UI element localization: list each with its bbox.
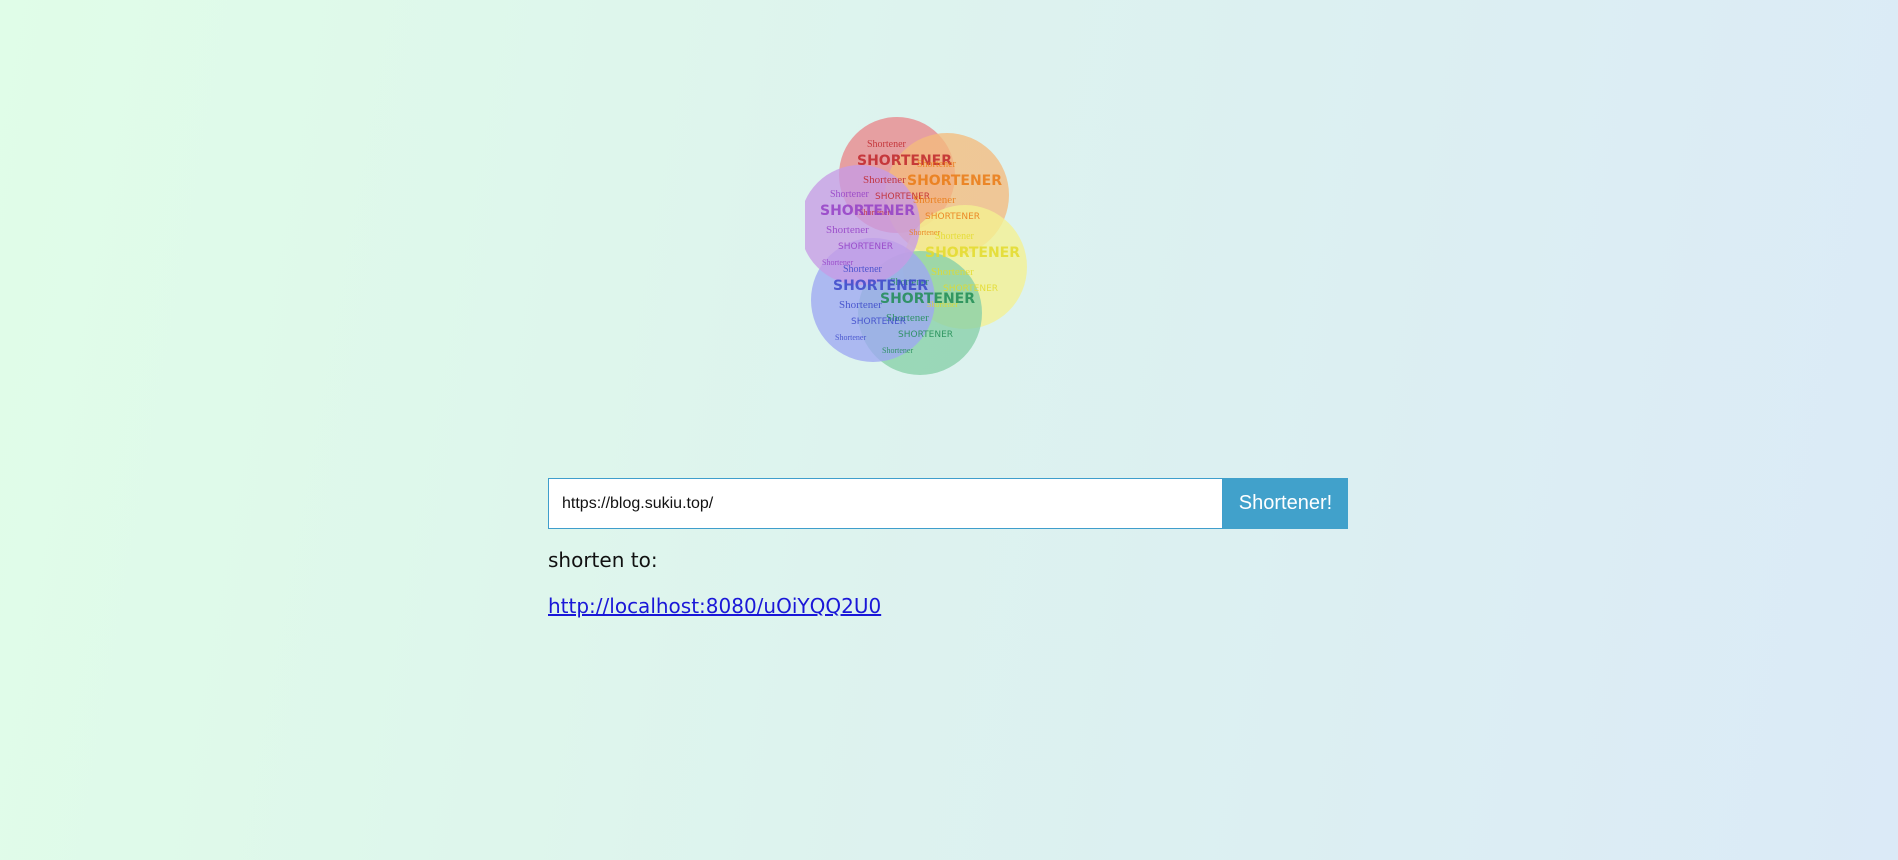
short-url-link[interactable]: http://localhost:8080/uOiYQQ2U0 bbox=[548, 594, 881, 618]
logo-word: SHORTENER bbox=[925, 245, 1020, 261]
shortener-button[interactable]: Shortener! bbox=[1223, 478, 1348, 529]
logo-word: SHORTENER bbox=[833, 278, 928, 294]
logo-word: Shortener bbox=[935, 231, 975, 242]
logo-word: Shortener bbox=[863, 174, 906, 186]
logo-word: SHORTENER bbox=[898, 330, 953, 340]
logo-word: SHORTENER bbox=[925, 212, 980, 222]
logo-word: SHORTENER bbox=[851, 317, 906, 327]
logo-word: Shortener bbox=[822, 258, 853, 267]
url-input[interactable] bbox=[548, 478, 1223, 529]
logo-word: Shortener bbox=[931, 266, 974, 278]
logo-word: Shortener bbox=[835, 333, 866, 342]
logo-word: SHORTENER bbox=[820, 203, 915, 219]
shorten-result-label: shorten to: bbox=[548, 548, 658, 572]
logo-word: Shortener bbox=[867, 139, 907, 150]
logo-word: Shortener bbox=[830, 189, 870, 200]
logo-word: SHORTENER bbox=[907, 173, 1002, 189]
logo-word: Shortener bbox=[826, 224, 869, 236]
logo-word: Shortener bbox=[917, 159, 957, 170]
logo-word: Shortener bbox=[913, 194, 956, 206]
word-cloud-flower-image: ShortenerSHORTENERShortenerSHORTENERShor… bbox=[805, 117, 1027, 375]
logo-word: Shortener bbox=[839, 299, 882, 311]
logo-word: SHORTENER bbox=[838, 242, 893, 252]
shorten-form: Shortener! bbox=[548, 478, 1348, 529]
shortener-logo: Shortener SHORTENER Shortener SHORTENER Shor… bbox=[805, 115, 1090, 420]
logo-word: Shortener bbox=[882, 346, 913, 355]
